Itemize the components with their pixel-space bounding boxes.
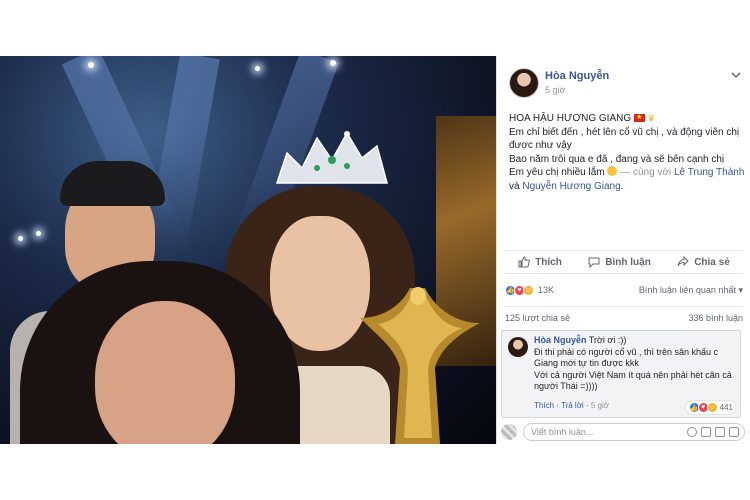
- comment-item: Hòa Nguyễn Trời ơi :)) Đi thi phải có ng…: [501, 330, 741, 418]
- comment-reply-link[interactable]: Trả lời: [561, 401, 584, 410]
- post-time[interactable]: 5 giờ: [545, 85, 565, 95]
- share-icon: [677, 256, 689, 267]
- avatar: [501, 424, 517, 440]
- avatar[interactable]: [509, 68, 539, 98]
- tag-link[interactable]: Nguyễn Hương Giang: [522, 181, 620, 192]
- comment-time[interactable]: 5 giờ: [591, 401, 609, 410]
- caption-line: HOA HẬU HƯƠNG GIANG: [509, 113, 632, 124]
- composer-icons: [687, 427, 739, 437]
- share-count[interactable]: 125 lượt chia sẻ: [505, 313, 570, 323]
- comment-label: Bình luận: [605, 256, 651, 268]
- comment-composer: Viết bình luận...: [501, 422, 745, 442]
- share-comment-counts: 125 lượt chia sẻ 336 bình luận: [505, 306, 743, 324]
- haha-reaction-icon: ☺: [523, 284, 534, 296]
- crown-icon: ♛: [647, 113, 656, 123]
- person-selfie-front: [20, 261, 300, 444]
- post-caption: HOA HẬU HƯƠNG GIANG ♛ Em chỉ biết đến , h…: [509, 111, 745, 193]
- comment-text: Đi thi phải có người cổ vũ , thì trên sâ…: [534, 346, 719, 369]
- vietnam-flag-icon: [634, 111, 646, 125]
- chevron-down-icon[interactable]: [731, 70, 741, 80]
- with-text: — cùng với: [617, 167, 674, 178]
- comment-actions: Thích · Trả lời · 5 giờ: [534, 401, 609, 410]
- smile-emoji-icon: [607, 166, 618, 176]
- stage-light: [88, 62, 94, 68]
- post-header: Hòa Nguyễn 5 giờ: [497, 56, 750, 106]
- avatar[interactable]: [508, 337, 528, 357]
- share-label: Chia sẻ: [694, 256, 730, 268]
- facebook-post-lightbox: Hòa Nguyễn 5 giờ HOA HẬU HƯƠNG GIANG ♛ Em…: [0, 56, 750, 444]
- caption-line: Bao năm trôi qua e đã , đang và sẽ bên c…: [509, 153, 725, 165]
- like-label: Thích: [535, 256, 562, 268]
- reaction-count[interactable]: 13K: [538, 285, 554, 295]
- caption-line: Em chỉ biết đến , hét lên cổ vũ chị , và…: [509, 126, 740, 152]
- emoji-icon[interactable]: [687, 427, 697, 437]
- reaction-summary[interactable]: 👍 ♥ ☺ 13K Bình luận liên quan nhất ▾: [505, 282, 743, 298]
- comment-input[interactable]: Viết bình luận...: [523, 423, 745, 441]
- comment-react-count: 441: [719, 403, 733, 412]
- post-panel: Hòa Nguyễn 5 giờ HOA HẬU HƯƠNG GIANG ♛ Em…: [496, 56, 750, 444]
- comment-like-link[interactable]: Thích: [534, 401, 554, 410]
- comment-author[interactable]: Hòa Nguyễn: [534, 335, 587, 345]
- stage-light: [255, 66, 260, 71]
- like-button[interactable]: Thích: [518, 256, 562, 268]
- comment-text: Với cả người Việt Nam ít quá nên phải hé…: [534, 369, 732, 392]
- comment-body: Hòa Nguyễn Trời ơi :)) Đi thi phải có ng…: [534, 335, 734, 393]
- comment-reactions[interactable]: 👍 ♥ ☺ 441: [685, 401, 736, 414]
- gif-icon[interactable]: [715, 427, 725, 437]
- comment-sort-dropdown[interactable]: Bình luận liên quan nhất ▾: [639, 285, 743, 296]
- author-name[interactable]: Hòa Nguyễn: [545, 70, 609, 82]
- post-photo[interactable]: [0, 56, 496, 444]
- comment-icon: [588, 257, 600, 268]
- comment-text: Trời ơi :)): [586, 335, 627, 345]
- caret-down-icon: ▾: [738, 284, 743, 295]
- share-button[interactable]: Chia sẻ: [677, 256, 730, 268]
- comment-button[interactable]: Bình luận: [588, 256, 651, 268]
- tag-link[interactable]: Lê Trung Thành: [674, 167, 744, 178]
- trophy-image: [360, 287, 480, 444]
- sort-label: Bình luận liên quan nhất: [638, 284, 736, 295]
- and-text: và: [509, 180, 523, 192]
- camera-icon[interactable]: [701, 427, 711, 437]
- caption-end: .: [620, 180, 624, 192]
- caption-line: Em yêu chị nhiều lắm: [509, 167, 605, 178]
- sticker-icon[interactable]: [729, 427, 739, 437]
- stage-light: [330, 60, 336, 66]
- haha-reaction-icon: ☺: [706, 402, 718, 413]
- comment-placeholder: Viết bình luận...: [531, 427, 594, 437]
- like-icon: [518, 256, 531, 268]
- action-bar: Thích Bình luận Chia sẻ: [505, 250, 743, 274]
- crown-image: [275, 131, 388, 184]
- comment-count[interactable]: 336 bình luận: [688, 313, 743, 323]
